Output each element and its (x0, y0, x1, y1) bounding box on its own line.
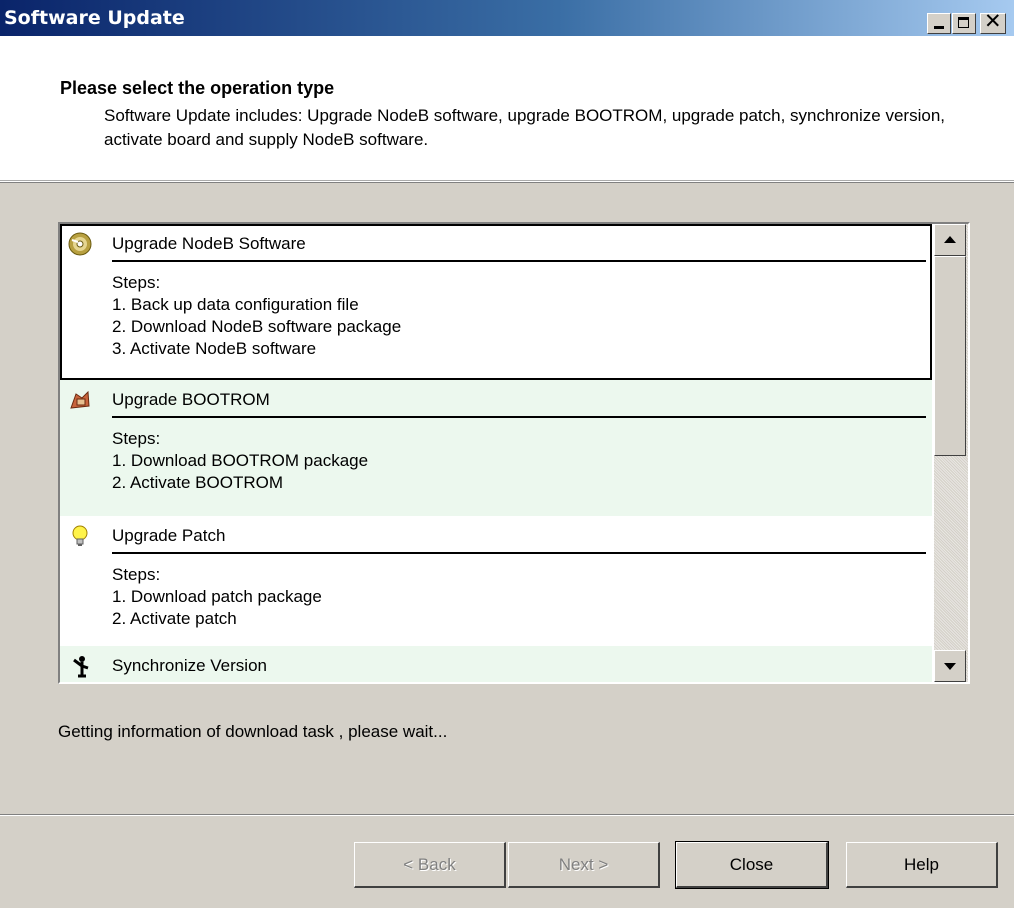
divider (112, 552, 926, 554)
close-icon: ✕ (984, 9, 1002, 33)
lightbulb-icon (68, 524, 92, 548)
footer-divider (0, 814, 1014, 816)
operation-name: Upgrade Patch (112, 526, 226, 545)
maximize-button[interactable] (952, 13, 976, 34)
minimize-button[interactable] (927, 13, 951, 34)
title-bar: Software Update ✕ (0, 0, 1014, 36)
operation-steps: Steps: 1. Back up data configuration fil… (112, 272, 401, 360)
operation-steps: Steps: 1. Download patch package 2. Acti… (112, 564, 322, 630)
back-button[interactable]: < Back (354, 842, 506, 888)
operation-item-synchronize-version[interactable]: Synchronize Version (60, 646, 932, 682)
page-description: Software Update includes: Upgrade NodeB … (104, 106, 945, 149)
step-line: 1. Download BOOTROM package (112, 451, 369, 470)
step-line: 2. Activate BOOTROM (112, 473, 283, 492)
list-scrollbar[interactable] (934, 224, 968, 682)
step-line: 1. Back up data configuration file (112, 295, 359, 314)
scroll-down-button[interactable] (934, 650, 966, 682)
step-line: Steps: (112, 429, 161, 448)
sync-person-icon (68, 654, 92, 678)
status-text: Getting information of download task , p… (58, 722, 448, 741)
step-line: Steps: (112, 565, 161, 584)
window-title: Software Update (4, 7, 185, 29)
operation-items: Upgrade NodeB Software Steps: 1. Back up… (60, 224, 932, 682)
scroll-thumb[interactable] (934, 256, 966, 456)
operation-steps: Steps: 1. Download BOOTROM package 2. Ac… (112, 428, 368, 494)
operation-item-upgrade-bootrom[interactable]: Upgrade BOOTROM Steps: 1. Download BOOTR… (60, 380, 932, 516)
operation-item-upgrade-nodeb-software[interactable]: Upgrade NodeB Software Steps: 1. Back up… (60, 224, 932, 380)
maximize-icon (958, 17, 969, 28)
arrow-down-icon (944, 663, 956, 670)
operation-item-upgrade-patch[interactable]: Upgrade Patch Steps: 1. Download patch p… (60, 516, 932, 646)
next-button[interactable]: Next > (508, 842, 660, 888)
disc-icon (68, 232, 92, 256)
scroll-up-button[interactable] (934, 224, 966, 256)
operation-name: Upgrade BOOTROM (112, 390, 270, 409)
help-button[interactable]: Help (846, 842, 998, 888)
operation-name: Upgrade NodeB Software (112, 234, 306, 253)
close-button[interactable]: Close (675, 841, 829, 889)
wizard-header: Please select the operation type Softwar… (0, 36, 1014, 182)
bootrom-chip-icon (68, 388, 92, 412)
operation-list[interactable]: Upgrade NodeB Software Steps: 1. Back up… (58, 222, 970, 684)
operation-name: Synchronize Version (112, 656, 267, 675)
step-line: Steps: (112, 273, 161, 292)
arrow-up-icon (944, 236, 956, 243)
divider (112, 260, 926, 262)
close-window-button[interactable]: ✕ (980, 9, 1006, 34)
step-line: 2. Activate patch (112, 609, 237, 628)
page-heading: Please select the operation type (60, 78, 335, 98)
step-line: 1. Download patch package (112, 587, 322, 606)
divider (112, 416, 926, 418)
minimize-icon (934, 26, 944, 29)
step-line: 2. Download NodeB software package (112, 317, 402, 336)
step-line: 3. Activate NodeB software (112, 339, 317, 358)
